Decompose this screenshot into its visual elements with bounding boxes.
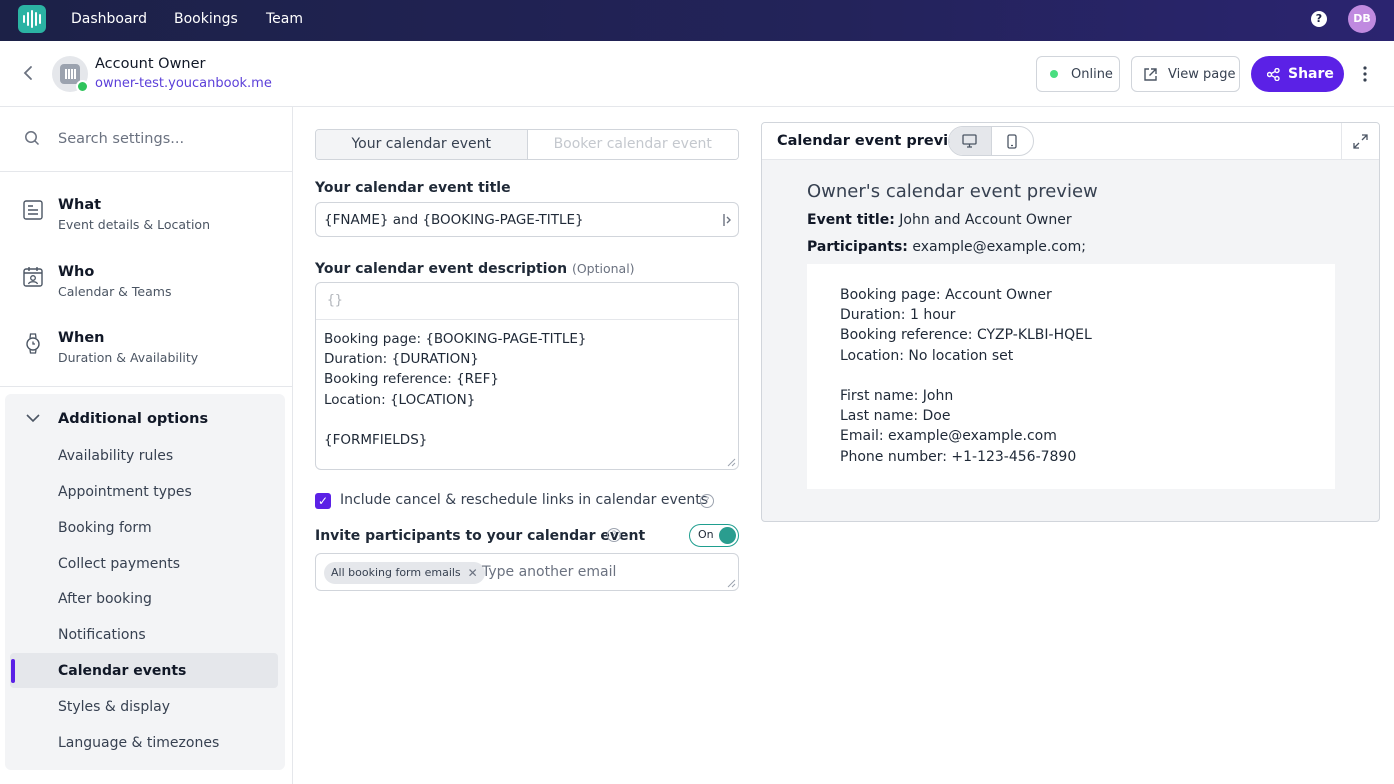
section-title: When	[58, 330, 105, 346]
section-title: What	[58, 197, 102, 213]
preview-device-toggle	[948, 126, 1034, 156]
section-subtitle: Event details & Location	[58, 217, 210, 232]
view-page-label: View page	[1168, 66, 1236, 82]
resize-handle-icon[interactable]	[726, 578, 736, 588]
app-logo-icon[interactable]	[18, 5, 46, 33]
desktop-icon	[962, 134, 977, 148]
owner-url-link[interactable]: owner-test.youcanbook.me	[95, 76, 272, 91]
expand-icon	[1353, 134, 1368, 149]
preview-description-card: Booking page: Account Owner Duration: 1 …	[807, 264, 1335, 489]
event-title-input[interactable]: {FNAME} and {BOOKING-PAGE-TITLE}	[315, 202, 739, 237]
external-link-icon	[1144, 67, 1157, 81]
desktop-view-button[interactable]	[949, 127, 992, 155]
sidebar-option-calendar-events[interactable]: Calendar events	[58, 663, 186, 679]
tab-booker-calendar-event[interactable]: Booker calendar event	[527, 130, 738, 159]
sidebar-section-when[interactable]: When Duration & Availability	[0, 320, 292, 386]
include-links-checkbox[interactable]: ✓	[315, 493, 331, 509]
owner-name: Account Owner	[95, 56, 206, 72]
sidebar-option-booking-form[interactable]: Booking form	[58, 520, 152, 536]
sidebar-option-notifications[interactable]: Notifications	[58, 627, 146, 643]
optional-tag: (Optional)	[571, 261, 635, 276]
top-navigation: Dashboard Bookings Team ? DB	[0, 0, 1394, 41]
toggle-label: On	[698, 528, 714, 541]
event-title-preview-value: John and Account Owner	[899, 212, 1072, 228]
section-title: Who	[58, 264, 95, 280]
sidebar-option-after-booking[interactable]: After booking	[58, 591, 152, 607]
invite-participants-toggle[interactable]: On	[689, 524, 739, 547]
remove-chip-icon[interactable]: ✕	[468, 562, 478, 584]
include-links-label: Include cancel & reschedule links in cal…	[340, 492, 709, 508]
preview-participants: Participants: example@example.com;	[807, 239, 1086, 255]
event-title-label: Your calendar event title	[315, 180, 511, 196]
section-subtitle: Duration & Availability	[58, 350, 199, 365]
participants-value: example@example.com;	[912, 239, 1086, 255]
back-arrow-icon[interactable]	[18, 63, 38, 83]
online-status-button[interactable]: Online	[1036, 56, 1120, 92]
preview-title: Calendar event preview	[777, 133, 972, 149]
watch-icon	[26, 333, 40, 354]
sidebar-option-styles-display[interactable]: Styles & display	[58, 699, 170, 715]
insert-variable-icon[interactable]: {}	[327, 293, 343, 308]
participants-key: Participants:	[807, 239, 908, 255]
active-option-indicator	[11, 659, 15, 683]
tab-your-calendar-event[interactable]: Your calendar event	[316, 130, 528, 159]
preview-heading: Owner's calendar event preview	[807, 181, 1098, 202]
search-input[interactable]: Search settings...	[58, 131, 184, 147]
email-chip: All booking form emails ✕	[324, 562, 485, 584]
sidebar-option-language-timezones[interactable]: Language & timezones	[58, 735, 219, 751]
owner-online-indicator	[76, 80, 89, 93]
online-label: Online	[1071, 66, 1113, 82]
sidebar-section-who[interactable]: Who Calendar & Teams	[0, 254, 292, 320]
sidebar-section-what[interactable]: What Event details & Location	[0, 187, 292, 253]
search-icon	[25, 131, 40, 146]
sidebar-option-appointment-types[interactable]: Appointment types	[58, 484, 192, 500]
more-options-icon[interactable]	[1358, 64, 1372, 84]
expand-preview-button[interactable]	[1341, 123, 1379, 160]
share-icon	[1267, 67, 1280, 81]
user-avatar[interactable]: DB	[1348, 5, 1376, 33]
settings-search[interactable]: Search settings...	[0, 107, 292, 172]
invite-email-input[interactable]: All booking form emails ✕ Type another e…	[315, 553, 739, 591]
divider	[0, 386, 292, 387]
nav-dashboard[interactable]: Dashboard	[71, 11, 147, 27]
event-description-textarea[interactable]: {} Booking page: {BOOKING-PAGE-TITLE} Du…	[315, 282, 739, 470]
nav-team[interactable]: Team	[266, 11, 303, 27]
share-label: Share	[1288, 66, 1334, 82]
invite-email-placeholder[interactable]: Type another email	[482, 564, 616, 580]
help-icon[interactable]: ?	[1311, 11, 1327, 27]
event-title-key: Event title:	[807, 212, 895, 228]
mobile-view-button[interactable]	[992, 127, 1034, 155]
document-icon	[23, 200, 43, 220]
section-subtitle: Calendar & Teams	[58, 284, 172, 299]
preview-event-title: Event title: John and Account Owner	[807, 212, 1072, 228]
calendar-person-icon	[23, 267, 43, 287]
calendar-event-preview-panel: Calendar event preview Owner's calendar …	[761, 122, 1380, 522]
sidebar-option-availability-rules[interactable]: Availability rules	[58, 448, 173, 464]
toggle-knob	[719, 527, 736, 544]
description-toolbar: {}	[316, 283, 738, 320]
event-description-label: Your calendar event description (Optiona…	[315, 261, 635, 277]
share-button[interactable]: Share	[1251, 56, 1344, 92]
chevron-down-icon[interactable]	[26, 411, 40, 425]
page-header: Account Owner owner-test.youcanbook.me O…	[0, 41, 1394, 107]
help-circle-icon[interactable]: ?	[700, 494, 714, 508]
additional-options-title[interactable]: Additional options	[58, 411, 208, 427]
settings-sidebar: Search settings... What Event details & …	[0, 107, 293, 784]
resize-handle-icon[interactable]	[726, 457, 736, 467]
sidebar-option-collect-payments[interactable]: Collect payments	[58, 556, 180, 572]
help-circle-icon[interactable]: ?	[607, 528, 621, 542]
preview-header: Calendar event preview	[762, 123, 1379, 160]
mobile-icon	[1007, 133, 1017, 149]
event-title-value: {FNAME} and {BOOKING-PAGE-TITLE}	[324, 212, 584, 228]
insert-field-icon[interactable]	[722, 213, 732, 227]
event-description-label-text: Your calendar event description	[315, 261, 568, 277]
email-chip-label: All booking form emails	[331, 566, 461, 579]
online-dot-icon	[1050, 70, 1058, 78]
calendar-event-tabs: Your calendar event Booker calendar even…	[315, 129, 739, 160]
nav-bookings[interactable]: Bookings	[174, 11, 238, 27]
event-description-value: Booking page: {BOOKING-PAGE-TITLE} Durat…	[324, 331, 587, 449]
invite-participants-label: Invite participants to your calendar eve…	[315, 528, 646, 544]
preview-description-body: Booking page: Account Owner Duration: 1 …	[840, 287, 1092, 465]
view-page-button[interactable]: View page	[1131, 56, 1240, 92]
